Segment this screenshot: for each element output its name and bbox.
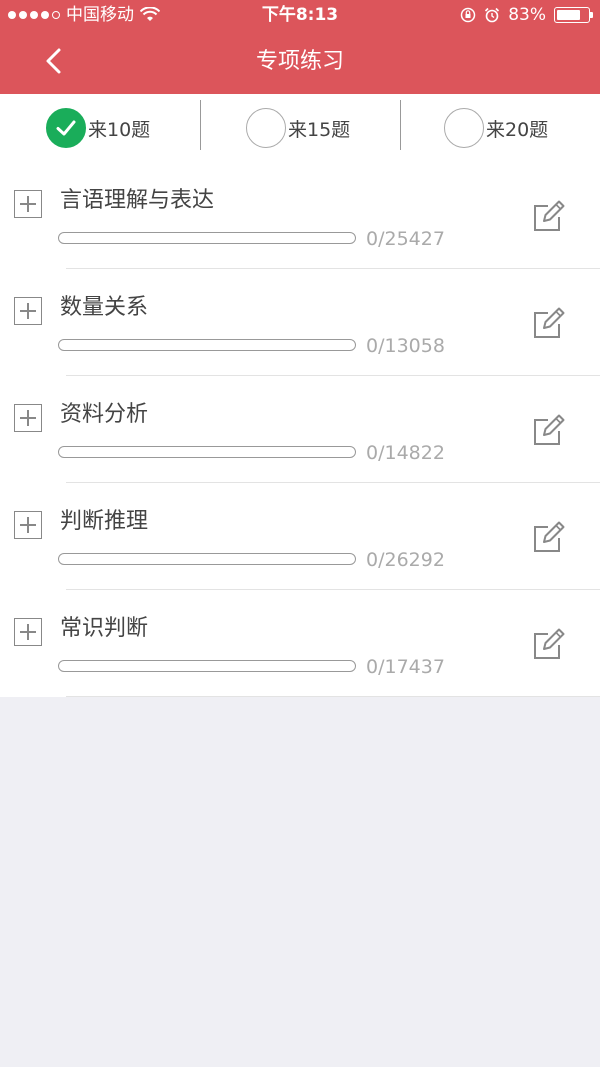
expand-plus-icon[interactable] [14, 404, 42, 432]
radio-unchecked-icon [444, 108, 484, 148]
count-option-label: 来20题 [486, 118, 549, 141]
battery-icon [554, 7, 593, 23]
progress-bar [58, 660, 356, 672]
orientation-lock-icon [460, 7, 476, 23]
expand-plus-icon[interactable] [14, 511, 42, 539]
radio-unchecked-icon [246, 108, 286, 148]
category-name: 数量关系 [60, 295, 149, 320]
category-name: 言语理解与表达 [60, 188, 215, 213]
progress-count: 0/25427 [366, 228, 445, 250]
header: 中国移动 下午8:13 83% 专项练习 [0, 0, 600, 94]
edit-pencil-icon[interactable] [532, 520, 566, 554]
radio-checked-icon [46, 108, 86, 148]
category-row[interactable]: 常识判断 0/17437 [0, 590, 600, 697]
edit-pencil-icon[interactable] [532, 413, 566, 447]
progress-count: 0/17437 [366, 656, 445, 678]
count-option-label: 来15题 [288, 118, 351, 141]
nav-bar: 专项练习 [0, 30, 600, 94]
question-count-selector: 来10题 来15题 来20题 [0, 94, 600, 163]
category-row[interactable]: 判断推理 0/26292 [0, 483, 600, 590]
checkmark-icon [56, 120, 76, 136]
battery-fill [557, 10, 580, 20]
progress-bar [58, 446, 356, 458]
divider [200, 100, 201, 150]
edit-pencil-icon[interactable] [532, 199, 566, 233]
edit-pencil-icon[interactable] [532, 627, 566, 661]
count-option-10[interactable]: 来10题 [46, 94, 150, 162]
count-option-label: 来10题 [88, 118, 151, 141]
expand-plus-icon[interactable] [14, 618, 42, 646]
progress-count: 0/14822 [366, 442, 445, 464]
progress-bar [58, 553, 356, 565]
category-name: 常识判断 [60, 616, 149, 641]
category-list: 言语理解与表达 0/25427 数量关系 0/13058 资料分析 0/1482… [0, 162, 600, 697]
progress-count: 0/26292 [366, 549, 445, 571]
count-option-20[interactable]: 来20题 [444, 94, 548, 162]
battery-percent: 83% [508, 5, 546, 25]
edit-pencil-icon[interactable] [532, 306, 566, 340]
category-row[interactable]: 资料分析 0/14822 [0, 376, 600, 483]
progress-count: 0/13058 [366, 335, 445, 357]
category-name: 资料分析 [60, 402, 149, 427]
category-row[interactable]: 言语理解与表达 0/25427 [0, 162, 600, 269]
alarm-icon [485, 7, 500, 23]
category-row[interactable]: 数量关系 0/13058 [0, 269, 600, 376]
expand-plus-icon[interactable] [14, 297, 42, 325]
progress-bar [58, 339, 356, 351]
count-option-15[interactable]: 来15题 [246, 94, 350, 162]
page-title: 专项练习 [255, 49, 344, 74]
row-divider [66, 696, 600, 697]
status-bar: 中国移动 下午8:13 83% [0, 0, 600, 30]
status-right: 83% [460, 0, 593, 30]
expand-plus-icon[interactable] [14, 190, 42, 218]
category-name: 判断推理 [60, 509, 149, 534]
progress-bar [58, 232, 356, 244]
divider [400, 100, 401, 150]
